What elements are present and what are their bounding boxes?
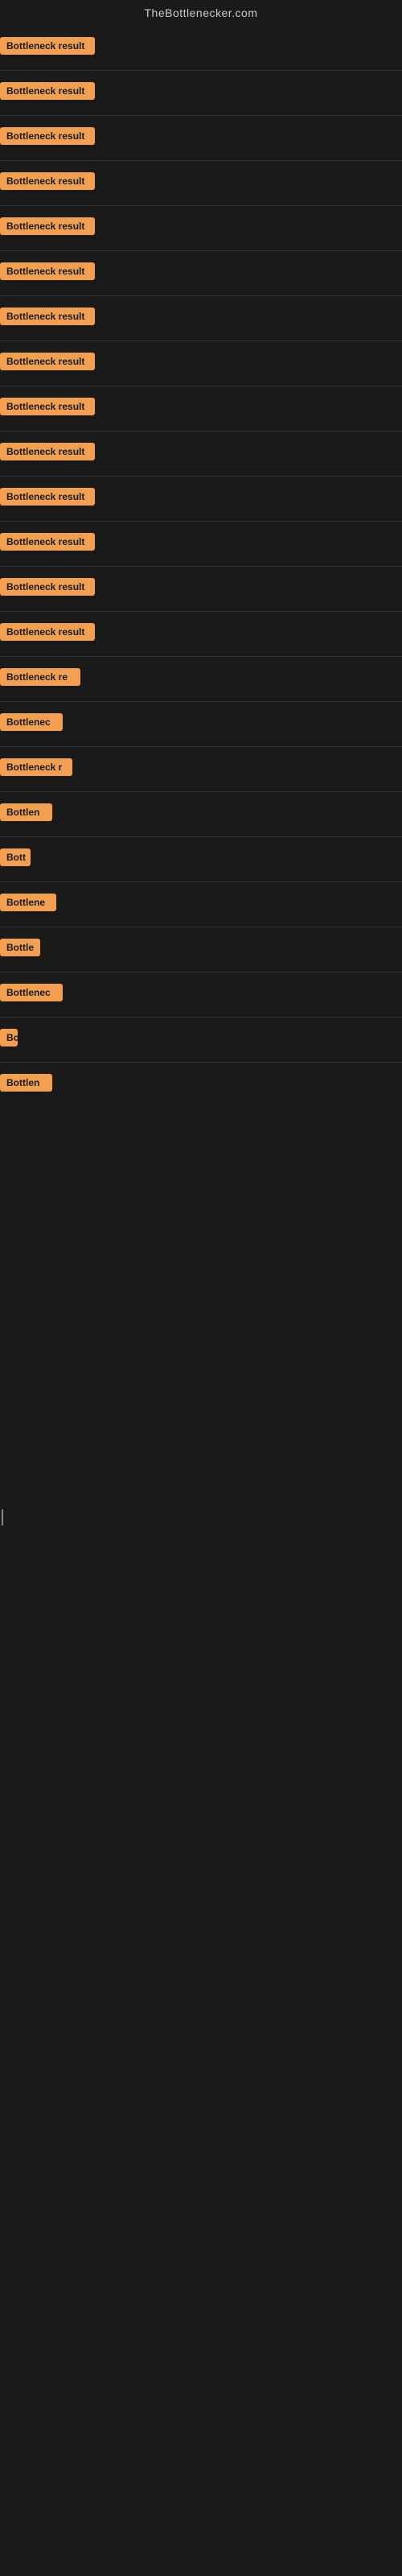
list-item: Bottleneck result [0, 567, 402, 611]
list-item: Bottleneck result [0, 341, 402, 386]
bottleneck-badge[interactable]: Bottleneck r [0, 758, 72, 776]
bottleneck-badge[interactable]: Bottleneck result [0, 353, 95, 370]
bottleneck-badge[interactable]: Bottleneck result [0, 262, 95, 280]
list-item: Bottleneck result [0, 116, 402, 160]
bottleneck-badge[interactable]: Bottleneck result [0, 488, 95, 506]
list-item: Bott [0, 837, 402, 881]
bottleneck-badge[interactable]: Bottle [0, 939, 40, 956]
bottleneck-badge[interactable]: Bottleneck result [0, 443, 95, 460]
site-title: TheBottlenecker.com [0, 0, 402, 26]
results-list: Bottleneck result Bottleneck result Bottle… [0, 26, 402, 1107]
bottleneck-badge[interactable]: Bottlen [0, 1074, 52, 1092]
list-item: Bottleneck result [0, 26, 402, 70]
bottleneck-badge[interactable]: Bottleneck result [0, 217, 95, 235]
empty-space [0, 1107, 402, 1751]
bottleneck-badge[interactable]: Bott [0, 848, 31, 866]
bottleneck-badge[interactable]: Bottleneck result [0, 578, 95, 596]
site-header: TheBottlenecker.com [0, 0, 402, 26]
list-item: Bottleneck result [0, 386, 402, 431]
bottleneck-badge[interactable]: Bottleneck result [0, 172, 95, 190]
bottleneck-badge[interactable]: Bottlenec [0, 984, 63, 1001]
bottleneck-badge[interactable]: Bo [0, 1029, 18, 1046]
list-item: Bottleneck result [0, 477, 402, 521]
bottleneck-badge[interactable]: Bottleneck result [0, 533, 95, 551]
bottleneck-badge[interactable]: Bottleneck result [0, 623, 95, 641]
list-item: Bottleneck result [0, 161, 402, 205]
list-item: Bottleneck result [0, 251, 402, 295]
list-item: Bottlenec [0, 972, 402, 1017]
bottleneck-badge[interactable]: Bottleneck re [0, 668, 80, 686]
bottleneck-badge[interactable]: Bottleneck result [0, 82, 95, 100]
list-item: Bottleneck result [0, 296, 402, 341]
list-item: Bottleneck re [0, 657, 402, 701]
bottleneck-badge[interactable]: Bottleneck result [0, 308, 95, 325]
list-item: Bo [0, 1018, 402, 1062]
bottleneck-badge[interactable]: Bottleneck result [0, 37, 95, 55]
bottleneck-badge[interactable]: Bottlene [0, 894, 56, 911]
list-item: Bottlene [0, 882, 402, 927]
list-item: Bottleneck result [0, 612, 402, 656]
bottleneck-badge[interactable]: Bottleneck result [0, 398, 95, 415]
bottleneck-badge[interactable]: Bottleneck result [0, 127, 95, 145]
list-item: Bottlen [0, 1063, 402, 1107]
list-item: Bottleneck result [0, 206, 402, 250]
list-item: Bottle [0, 927, 402, 972]
list-item: Bottleneck result [0, 522, 402, 566]
list-item: Bottleneck result [0, 431, 402, 476]
list-item: Bottleneck r [0, 747, 402, 791]
bottleneck-badge[interactable]: Bottlen [0, 803, 52, 821]
list-item: Bottleneck result [0, 71, 402, 115]
cursor-indicator [2, 1509, 3, 1525]
list-item: Bottlenec [0, 702, 402, 746]
bottleneck-badge[interactable]: Bottlenec [0, 713, 63, 731]
list-item: Bottlen [0, 792, 402, 836]
